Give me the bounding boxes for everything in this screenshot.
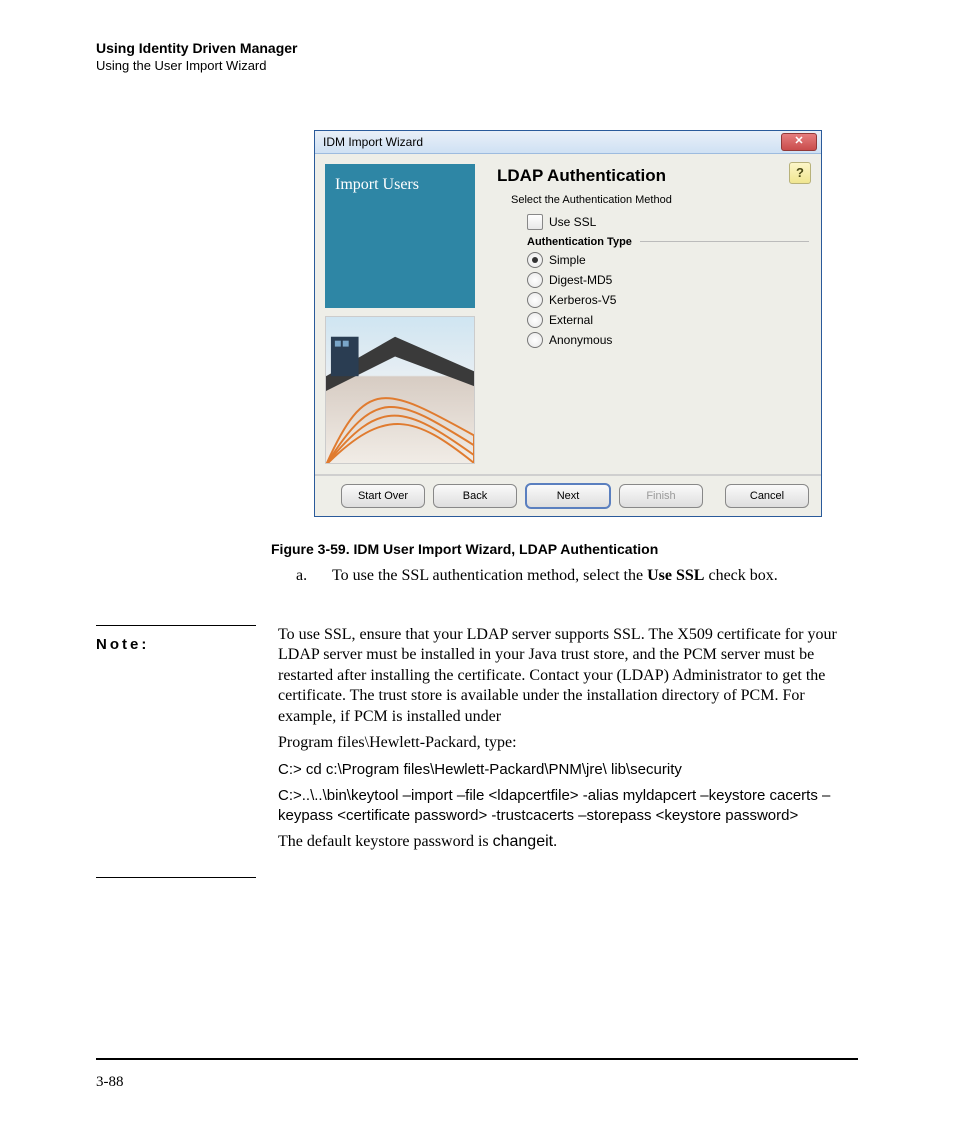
note-tail-post: . <box>553 833 557 850</box>
wizard-side-panel: Import Users <box>315 154 485 474</box>
auth-option-digest[interactable]: Digest-MD5 <box>527 272 809 288</box>
step-bold: Use SSL <box>647 567 704 584</box>
page-footer: 3-88 <box>96 1058 858 1091</box>
step-marker: a. <box>296 567 314 585</box>
step-post: check box. <box>704 567 777 584</box>
use-ssl-checkbox[interactable] <box>527 214 543 230</box>
close-icon[interactable]: ✕ <box>781 133 817 151</box>
auth-option-kerberos[interactable]: Kerberos-V5 <box>527 292 809 308</box>
fieldset-line <box>640 241 809 242</box>
wizard-main-panel: ? LDAP Authentication Select the Authent… <box>485 154 821 474</box>
wizard-hint: Select the Authentication Method <box>511 194 809 206</box>
next-button[interactable]: Next <box>525 483 611 509</box>
auth-option-anonymous[interactable]: Anonymous <box>527 332 809 348</box>
wizard-titlebar: IDM Import Wizard ✕ <box>315 131 821 154</box>
step-pre: To use the SSL authentication method, se… <box>332 567 647 584</box>
wizard-heading: LDAP Authentication <box>497 166 809 186</box>
radio-external-label: External <box>549 313 593 327</box>
finish-button: Finish <box>619 484 703 508</box>
page-header: Using Identity Driven Manager Using the … <box>96 40 858 74</box>
radio-kerberos-label: Kerberos-V5 <box>549 293 616 307</box>
note-body: To use SSL, ensure that your LDAP server… <box>278 625 858 859</box>
wizard-side-art <box>325 316 475 464</box>
radio-digest[interactable] <box>527 272 543 288</box>
note-tail: The default keystore password is changei… <box>278 832 858 852</box>
radio-external[interactable] <box>527 312 543 328</box>
cancel-button[interactable]: Cancel <box>725 484 809 508</box>
note-cmd2: C:>..\..\bin\keytool –import –file <ldap… <box>278 786 858 827</box>
help-icon[interactable]: ? <box>789 162 811 184</box>
radio-digest-label: Digest-MD5 <box>549 273 612 287</box>
header-title: Using Identity Driven Manager <box>96 40 858 58</box>
radio-anonymous-label: Anonymous <box>549 333 612 347</box>
wizard-window-title: IDM Import Wizard <box>323 135 781 149</box>
note-tail-bold: changeit <box>493 833 554 850</box>
step-text: To use the SSL authentication method, se… <box>332 567 778 585</box>
note-label: Note: <box>96 625 256 859</box>
wizard-dialog: IDM Import Wizard ✕ Import Users <box>314 130 822 517</box>
auth-option-external[interactable]: External <box>527 312 809 328</box>
figure-caption: Figure 3-59. IDM User Import Wizard, LDA… <box>271 541 858 557</box>
note-cmd1: C:> cd c:\Program files\Hewlett-Packard\… <box>278 760 858 780</box>
radio-kerberos[interactable] <box>527 292 543 308</box>
header-subtitle: Using the User Import Wizard <box>96 58 858 74</box>
use-ssl-row[interactable]: Use SSL <box>527 214 809 230</box>
note-para1: To use SSL, ensure that your LDAP server… <box>278 625 858 727</box>
start-over-button[interactable]: Start Over <box>341 484 425 508</box>
radio-anonymous[interactable] <box>527 332 543 348</box>
wizard-footer: Start Over Back Next Finish Cancel <box>315 474 821 516</box>
step-a: a. To use the SSL authentication method,… <box>296 567 858 585</box>
auth-type-label: Authentication Type <box>527 236 632 248</box>
back-button[interactable]: Back <box>433 484 517 508</box>
radio-simple[interactable] <box>527 252 543 268</box>
radio-simple-label: Simple <box>549 253 586 267</box>
note-para1b: Program files\Hewlett-Packard, type: <box>278 733 858 753</box>
wizard-side-title: Import Users <box>325 164 475 308</box>
auth-option-simple[interactable]: Simple <box>527 252 809 268</box>
use-ssl-label: Use SSL <box>549 215 596 229</box>
page-number: 3-88 <box>96 1074 124 1090</box>
note-tail-pre: The default keystore password is <box>278 833 493 850</box>
